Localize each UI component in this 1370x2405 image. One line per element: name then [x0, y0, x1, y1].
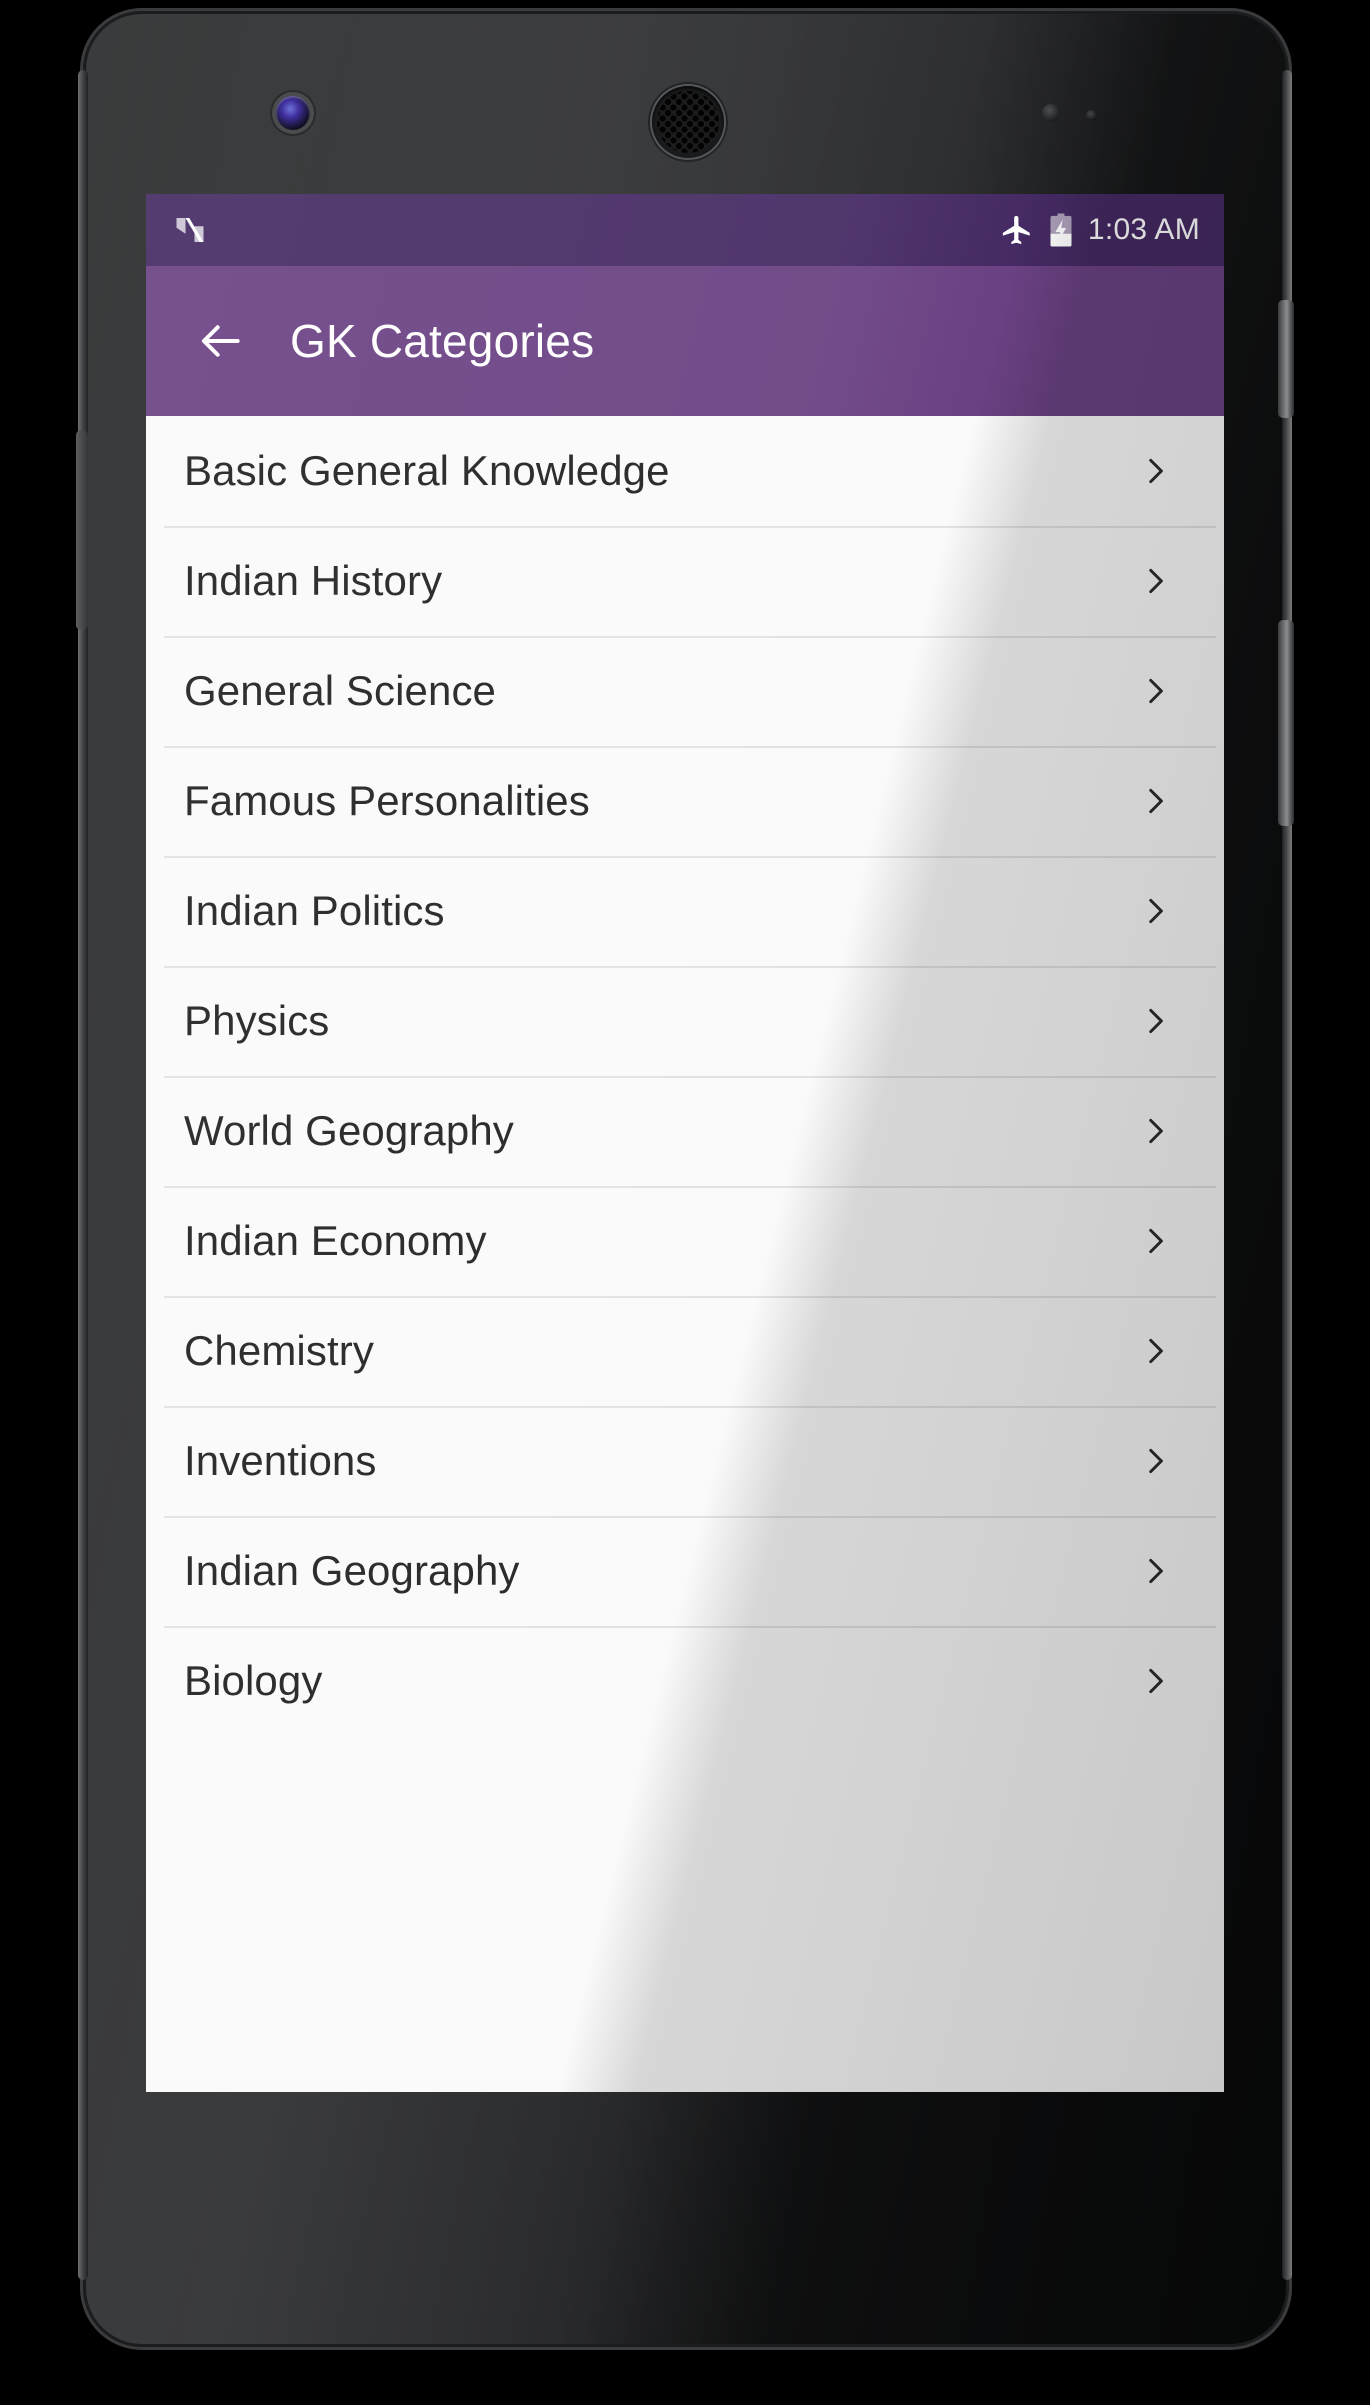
proximity-sensor-icon	[1042, 104, 1060, 122]
left-side-nub	[76, 430, 88, 630]
list-item[interactable]: Inventions	[146, 1406, 1224, 1516]
light-sensor-icon	[1086, 110, 1097, 121]
list-item-label: General Science	[184, 667, 497, 714]
status-bar-left	[172, 212, 208, 248]
list-item[interactable]: Indian History	[146, 526, 1224, 636]
list-item[interactable]: Indian Economy	[146, 1186, 1224, 1296]
earpiece-speaker-icon	[652, 86, 724, 158]
chevron-right-icon	[1138, 564, 1172, 598]
list-item[interactable]: Chemistry	[146, 1296, 1224, 1406]
back-button[interactable]	[184, 304, 258, 378]
category-list: Basic General Knowledge Indian History G…	[146, 416, 1224, 1736]
chevron-right-icon	[1138, 1554, 1172, 1588]
status-bar: 1:03 AM	[146, 194, 1224, 266]
screenshot-scene: 1:03 AM GK Categories Basic General Know…	[0, 0, 1370, 2405]
airplane-mode-icon	[1000, 213, 1034, 247]
list-item-label: Biology	[184, 1657, 323, 1704]
android-nougat-n-icon	[172, 212, 208, 248]
battery-charging-icon	[1048, 212, 1074, 248]
list-item-label: Indian Politics	[184, 887, 445, 934]
list-item[interactable]: Basic General Knowledge	[146, 416, 1224, 526]
phone-chin	[146, 2092, 1224, 2342]
chevron-right-icon	[1138, 674, 1172, 708]
chevron-right-icon	[1138, 1664, 1172, 1698]
back-arrow-icon	[196, 316, 246, 366]
list-item[interactable]: World Geography	[146, 1076, 1224, 1186]
list-item-label: Indian Economy	[184, 1217, 487, 1264]
list-item[interactable]: Physics	[146, 966, 1224, 1076]
list-item[interactable]: General Science	[146, 636, 1224, 746]
chevron-right-icon	[1138, 1334, 1172, 1368]
power-button[interactable]	[1278, 300, 1294, 418]
list-item[interactable]: Indian Politics	[146, 856, 1224, 966]
list-item-label: Inventions	[184, 1437, 377, 1484]
front-camera-icon	[276, 96, 310, 130]
list-item[interactable]: Famous Personalities	[146, 746, 1224, 856]
volume-button[interactable]	[1278, 620, 1294, 826]
chevron-right-icon	[1138, 1114, 1172, 1148]
chevron-right-icon	[1138, 454, 1172, 488]
list-item[interactable]: Indian Geography	[146, 1516, 1224, 1626]
list-item-label: Indian Geography	[184, 1547, 520, 1594]
list-item-label: Chemistry	[184, 1327, 374, 1374]
status-bar-clock: 1:03 AM	[1087, 213, 1200, 246]
chevron-right-icon	[1138, 1004, 1172, 1038]
list-item-label: Famous Personalities	[184, 777, 590, 824]
chevron-right-icon	[1138, 894, 1172, 928]
chevron-right-icon	[1138, 1224, 1172, 1258]
list-item-label: Indian History	[184, 557, 443, 604]
list-item-label: Physics	[184, 997, 330, 1044]
chevron-right-icon	[1138, 784, 1172, 818]
list-item-label: Basic General Knowledge	[184, 447, 670, 494]
status-bar-right: 1:03 AM	[1000, 212, 1200, 248]
list-item-label: World Geography	[184, 1107, 514, 1154]
list-item[interactable]: Biology	[146, 1626, 1224, 1736]
page-title: GK Categories	[290, 315, 595, 367]
chevron-right-icon	[1138, 1444, 1172, 1478]
phone-left-edge	[78, 70, 88, 2280]
app-bar: GK Categories	[146, 266, 1224, 416]
phone-screen: 1:03 AM GK Categories Basic General Know…	[146, 194, 1224, 2092]
